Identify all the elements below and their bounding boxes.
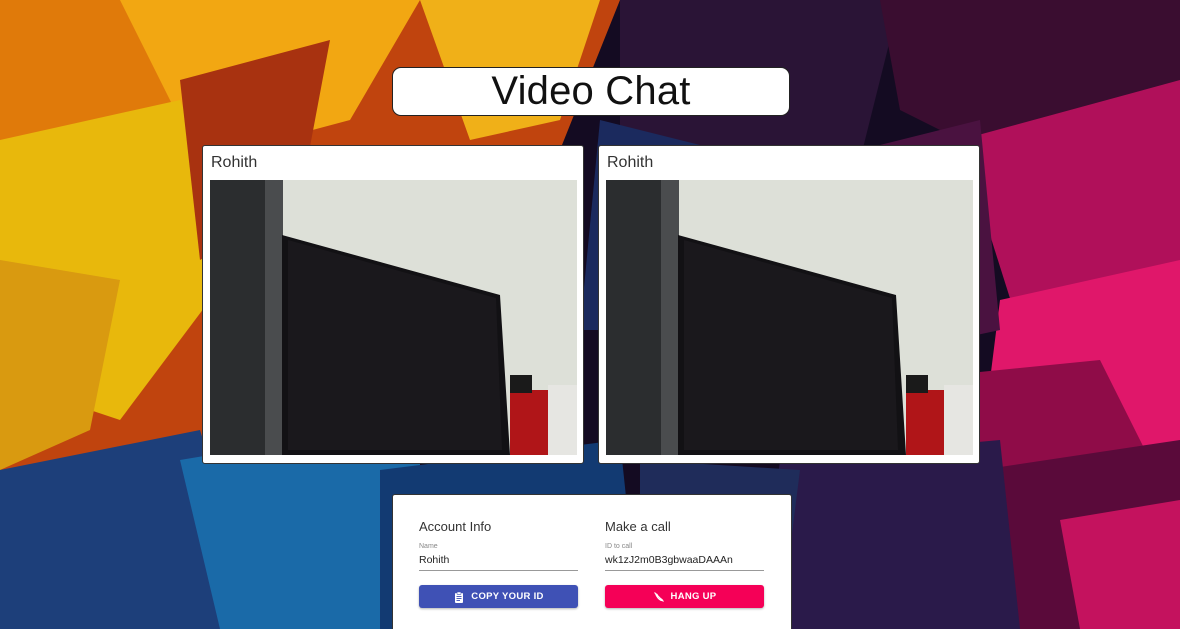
title-banner: Video Chat xyxy=(392,67,790,116)
id-to-call-field[interactable]: ID to call wk1zJ2m0B3gbwaaDAAAn xyxy=(605,543,764,571)
hang-up-button[interactable]: HANG UP xyxy=(605,585,764,608)
name-input[interactable]: Rohith xyxy=(419,554,578,571)
phone-hangup-icon xyxy=(653,591,664,602)
video-caller-name: Rohith xyxy=(607,154,654,171)
account-info-section: Account Info Name Rohith COPY YOUR ID xyxy=(419,519,578,608)
clipboard-icon xyxy=(455,591,464,603)
options-panel: Account Info Name Rohith COPY YOUR ID Ma… xyxy=(392,494,792,629)
page-title: Video Chat xyxy=(491,69,691,113)
my-video-stream xyxy=(210,180,577,455)
id-to-call-label: ID to call xyxy=(605,543,633,550)
copy-id-button[interactable]: COPY YOUR ID xyxy=(419,585,578,608)
remote-video-card: Rohith xyxy=(598,145,980,464)
hang-up-label: HANG UP xyxy=(670,591,717,602)
name-label: Name xyxy=(419,543,438,550)
remote-video-stream xyxy=(606,180,973,455)
name-field[interactable]: Name Rohith xyxy=(419,543,578,571)
make-call-section: Make a call ID to call wk1zJ2m0B3gbwaaDA… xyxy=(605,519,764,608)
video-caller-name: Rohith xyxy=(211,154,258,171)
account-info-heading: Account Info xyxy=(419,519,492,534)
my-video-card: Rohith xyxy=(202,145,584,464)
copy-id-label: COPY YOUR ID xyxy=(471,591,544,602)
make-call-heading: Make a call xyxy=(605,519,671,534)
id-to-call-input[interactable]: wk1zJ2m0B3gbwaaDAAAn xyxy=(605,554,764,571)
